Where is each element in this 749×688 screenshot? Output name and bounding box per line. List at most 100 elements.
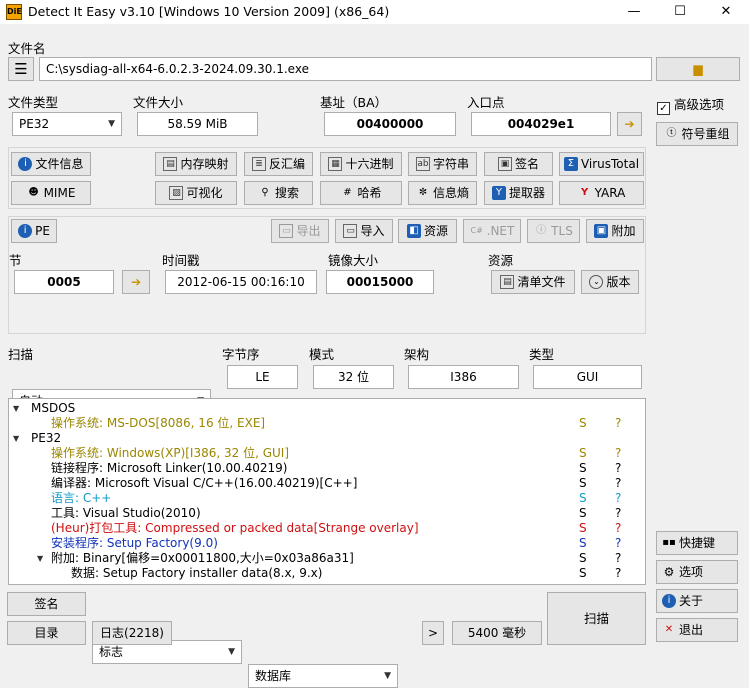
result-signature-flag[interactable]: S — [579, 536, 587, 551]
base-address-field: 00400000 — [324, 112, 456, 136]
file-info-button[interactable]: i 文件信息 — [11, 152, 91, 176]
result-info-flag[interactable]: ? — [615, 461, 621, 476]
visualize-button[interactable]: ▨ 可视化 — [155, 181, 237, 205]
result-row[interactable]: 链接程序: Microsoft Linker(10.00.40219) S? — [9, 461, 645, 476]
disasm-button[interactable]: ≣ 反汇编 — [244, 152, 313, 176]
memory-map-button[interactable]: ▤ 内存映射 — [155, 152, 237, 176]
result-signature-flag[interactable]: S — [579, 551, 587, 566]
symbol-reorg-button[interactable]: ⓣ 符号重组 — [656, 122, 738, 146]
virustotal-button[interactable]: Σ VirusTotal — [559, 152, 644, 176]
expand-arrow-icon[interactable]: ▼ — [13, 401, 19, 416]
file-path-field[interactable]: C:\sysdiag-all-x64-6.0.2.3-2024.09.30.1.… — [39, 57, 652, 81]
file-type-select[interactable]: PE32 ▼ — [12, 112, 122, 136]
result-info-flag[interactable]: ? — [615, 506, 621, 521]
result-signature-flag[interactable]: S — [579, 566, 587, 581]
result-row[interactable]: ▼ PE32 — [9, 431, 645, 446]
result-signature-flag[interactable]: S — [579, 476, 587, 491]
result-row[interactable]: ▼ MSDOS — [9, 401, 645, 416]
tls-button[interactable]: ⓘ TLS — [527, 219, 580, 243]
result-signature-flag[interactable]: S — [579, 461, 587, 476]
result-row[interactable]: 工具: Visual Studio(2010) S? — [9, 506, 645, 521]
search-button[interactable]: ⚲ 搜索 — [244, 181, 313, 205]
result-signature-flag[interactable]: S — [579, 446, 587, 461]
hex-label: 十六进制 — [345, 157, 394, 171]
result-row[interactable]: 操作系统: Windows(XP)[I386, 32 位, GUI] S? — [9, 446, 645, 461]
search-label: 搜索 — [274, 186, 299, 200]
info-icon: i — [662, 594, 676, 608]
dotnet-button[interactable]: C# .NET — [463, 219, 521, 243]
result-text: 操作系统: MS-DOS[8086, 16 位, EXE] — [51, 416, 266, 430]
hash-button[interactable]: # 哈希 — [320, 181, 402, 205]
signatures-button[interactable]: ▣ 签名 — [484, 152, 553, 176]
shortcuts-button[interactable]: ▪▪ 快捷键 — [656, 531, 738, 555]
result-row[interactable]: 操作系统: MS-DOS[8086, 16 位, EXE] S? — [9, 416, 645, 431]
exit-button[interactable]: ✕ 退出 — [656, 618, 738, 642]
result-info-flag[interactable]: ? — [615, 446, 621, 461]
directory-button[interactable]: 目录 — [7, 621, 86, 645]
overlay-button[interactable]: ▣ 附加 — [586, 219, 644, 243]
entry-point-label: 入口点 — [467, 95, 505, 110]
extractor-icon: Y — [491, 186, 506, 200]
export-button[interactable]: ▭ 导出 — [271, 219, 329, 243]
about-button[interactable]: i 关于 — [656, 589, 738, 613]
pe-button[interactable]: i PE — [11, 219, 57, 243]
result-text: 工具: Visual Studio(2010) — [51, 506, 201, 520]
file-type-value: PE32 — [19, 117, 50, 131]
result-info-flag[interactable]: ? — [615, 566, 621, 581]
result-info-flag[interactable]: ? — [615, 416, 621, 431]
result-row[interactable]: 数据: Setup Factory installer data(8.x, 9.… — [9, 566, 645, 581]
minimize-button[interactable]: — — [611, 0, 657, 24]
advanced-checkbox[interactable]: ✓ 高级选项 — [657, 96, 741, 116]
options-button[interactable]: ⚙ 选项 — [656, 560, 738, 584]
maximize-button[interactable]: ☐ — [657, 0, 703, 24]
close-button[interactable]: ✕ — [703, 0, 749, 24]
mime-button[interactable]: ☻ MIME — [11, 181, 91, 205]
virustotal-label: VirusTotal — [580, 157, 640, 171]
database-value: 数据库 — [255, 669, 292, 683]
extractor-button[interactable]: Y 提取器 — [484, 181, 553, 205]
result-row[interactable]: ▼ 附加: Binary[偏移=0x00011800,大小=0x03a86a31]… — [9, 551, 645, 566]
strings-button[interactable]: ab 字符串 — [408, 152, 477, 176]
result-info-flag[interactable]: ? — [615, 551, 621, 566]
result-info-flag[interactable]: ? — [615, 536, 621, 551]
signatures-bottom-button[interactable]: 签名 — [7, 592, 86, 616]
results-tree[interactable]: ▼ MSDOS 操作系统: MS-DOS[8086, 16 位, EXE] S? ▼ PE… — [8, 398, 646, 585]
section-goto-button[interactable]: ➔ — [122, 270, 150, 294]
result-signature-flag[interactable]: S — [579, 491, 587, 506]
scan-button[interactable]: 扫描 — [547, 592, 646, 645]
more-button[interactable]: > — [422, 621, 444, 645]
expand-arrow-icon[interactable]: ▼ — [37, 551, 43, 566]
result-row[interactable]: 安装程序: Setup Factory(9.0) S? — [9, 536, 645, 551]
file-size-label: 文件大小 — [133, 95, 184, 110]
arch-label: 架构 — [404, 347, 430, 362]
result-text: 附加: Binary[偏移=0x00011800,大小=0x03a86a31] — [51, 551, 354, 565]
result-info-flag[interactable]: ? — [615, 521, 621, 536]
hex-button[interactable]: ▦ 十六进制 — [320, 152, 402, 176]
result-info-flag[interactable]: ? — [615, 491, 621, 506]
result-signature-flag[interactable]: S — [579, 521, 587, 536]
search-icon: ⚲ — [261, 187, 269, 198]
version-button[interactable]: ⌄ 版本 — [581, 270, 639, 294]
mode-label: 模式 — [309, 347, 335, 362]
result-signature-flag[interactable]: S — [579, 506, 587, 521]
result-row[interactable]: (Heur)打包工具: Compressed or packed data[St… — [9, 521, 645, 536]
keyboard-icon: ▪▪ — [662, 537, 676, 548]
entry-point-goto-button[interactable]: ➔ — [617, 112, 642, 136]
yara-button[interactable]: Y YARA — [559, 181, 644, 205]
open-file-button[interactable]: ▆ — [656, 57, 740, 81]
manifest-button[interactable]: ▤ 清单文件 — [491, 270, 575, 294]
resources-button[interactable]: ◧ 资源 — [398, 219, 457, 243]
import-button[interactable]: ▭ 导入 — [335, 219, 393, 243]
menu-button[interactable]: ☰ — [8, 57, 34, 81]
entropy-button[interactable]: ✼ 信息熵 — [408, 181, 477, 205]
expand-arrow-icon[interactable]: ▼ — [13, 431, 19, 446]
result-row[interactable]: 语言: C++ S? — [9, 491, 645, 506]
scan-label: 扫描 — [8, 347, 34, 362]
database-select[interactable]: 数据库 ▼ — [248, 664, 398, 688]
result-info-flag[interactable]: ? — [615, 476, 621, 491]
result-row[interactable]: 编译器: Microsoft Visual C/C++(16.00.40219)… — [9, 476, 645, 491]
virustotal-icon: Σ — [563, 157, 578, 171]
entry-point-field: 004029e1 — [471, 112, 611, 136]
result-signature-flag[interactable]: S — [579, 416, 587, 431]
log-button[interactable]: 日志(2218) — [92, 621, 172, 645]
